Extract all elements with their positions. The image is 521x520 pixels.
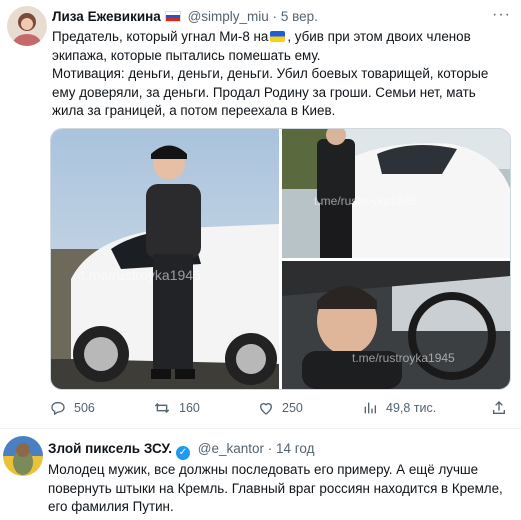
tweet-text-line: экипажа, которые пытались помешать ему. (52, 47, 321, 63)
watermark-text: t.me/rustroyka1945 (314, 194, 417, 208)
share-button[interactable] (491, 400, 507, 416)
heart-icon (259, 403, 273, 415)
photo-man-in-car-selfie[interactable]: t.me/rustroyka1945 (282, 261, 510, 389)
tweet-text: Молодец мужик, все должны последовать ег… (48, 461, 518, 517)
tweet-header: Лиза Ежевикина @simply_miu · 5 вер. (52, 9, 318, 24)
watermark-text: t.me/rustroyka1945 (81, 267, 201, 283)
more-options-icon[interactable]: ··· (492, 6, 511, 24)
like-count: 250 (282, 401, 303, 415)
tweet-text-line: его фамилия Путин. (48, 499, 174, 514)
retweet-count: 160 (179, 401, 200, 415)
retweet-icon (154, 403, 170, 413)
photo-man-leaning-on-car[interactable]: t.me/rustroyka1945 (51, 129, 279, 389)
author-avatar[interactable] (3, 436, 43, 476)
tweet-header: Злой пиксель ЗСУ. ✓ @e_kantor · 14 год (48, 441, 315, 460)
reply-count: 506 (74, 401, 95, 415)
watermark-text: t.me/rustroyka1945 (352, 351, 455, 365)
tweet-time[interactable]: 5 вер. (281, 9, 318, 24)
tweet-actions: 506 160 250 49,8 тис. (50, 398, 510, 420)
russian-flag-icon (164, 11, 181, 22)
author-name[interactable]: Лиза Ежевикина (52, 9, 161, 24)
tweet-media: t.me/rustroyka1945 t.me/rustroyka1945 t.… (50, 128, 511, 390)
author-handle[interactable]: @e_kantor (198, 441, 264, 456)
tweet-time[interactable]: 14 год (276, 441, 314, 456)
ukrainian-flag-icon (270, 31, 286, 42)
views-count: 49,8 тис. (386, 401, 437, 415)
separator-dot: · (272, 9, 278, 24)
share-icon (493, 401, 505, 414)
author-avatar[interactable] (7, 6, 47, 46)
verified-badge-icon: ✓ (175, 446, 190, 460)
retweet-button[interactable]: 160 (153, 400, 200, 416)
photo-man-by-white-car[interactable]: t.me/rustroyka1945 (282, 129, 510, 258)
like-button[interactable]: 250 (258, 400, 303, 416)
views-icon (364, 402, 376, 414)
author-name[interactable]: Злой пиксель ЗСУ. (48, 441, 172, 456)
separator-dot: · (267, 441, 273, 456)
author-handle[interactable]: @simply_miu (188, 9, 269, 24)
tweet-divider (0, 428, 521, 429)
tweet-text-line: жила за границей, а потом переехала в Ки… (52, 103, 336, 118)
tweet-text-line: повернуть штыки на Кремль. Главный враг … (48, 480, 503, 496)
reply-icon (51, 402, 65, 416)
views-button[interactable]: 49,8 тис. (362, 400, 436, 416)
tweet-text-line: ему доверяли, за деньги. Продал Родину з… (52, 84, 476, 100)
tweet-text: Предатель, который угнал Ми-8 на , убив п… (52, 28, 514, 121)
tweet-text-line: Молодец мужик, все должны последовать ег… (48, 462, 479, 477)
tweet-2[interactable]: Злой пиксель ЗСУ. ✓ @e_kantor · 14 год Мо… (0, 430, 521, 520)
reply-button[interactable]: 506 (50, 400, 95, 416)
tweet-text-line: Предатель, который угнал Ми-8 на (52, 29, 269, 44)
tweet-text-line: Мотивация: деньги, деньги, деньги. Убил … (52, 66, 489, 81)
tweet-1[interactable]: Лиза Ежевикина @simply_miu · 5 вер. ··· … (0, 0, 521, 425)
tweet-text-line: , убив при этом двоих членов (287, 29, 471, 44)
